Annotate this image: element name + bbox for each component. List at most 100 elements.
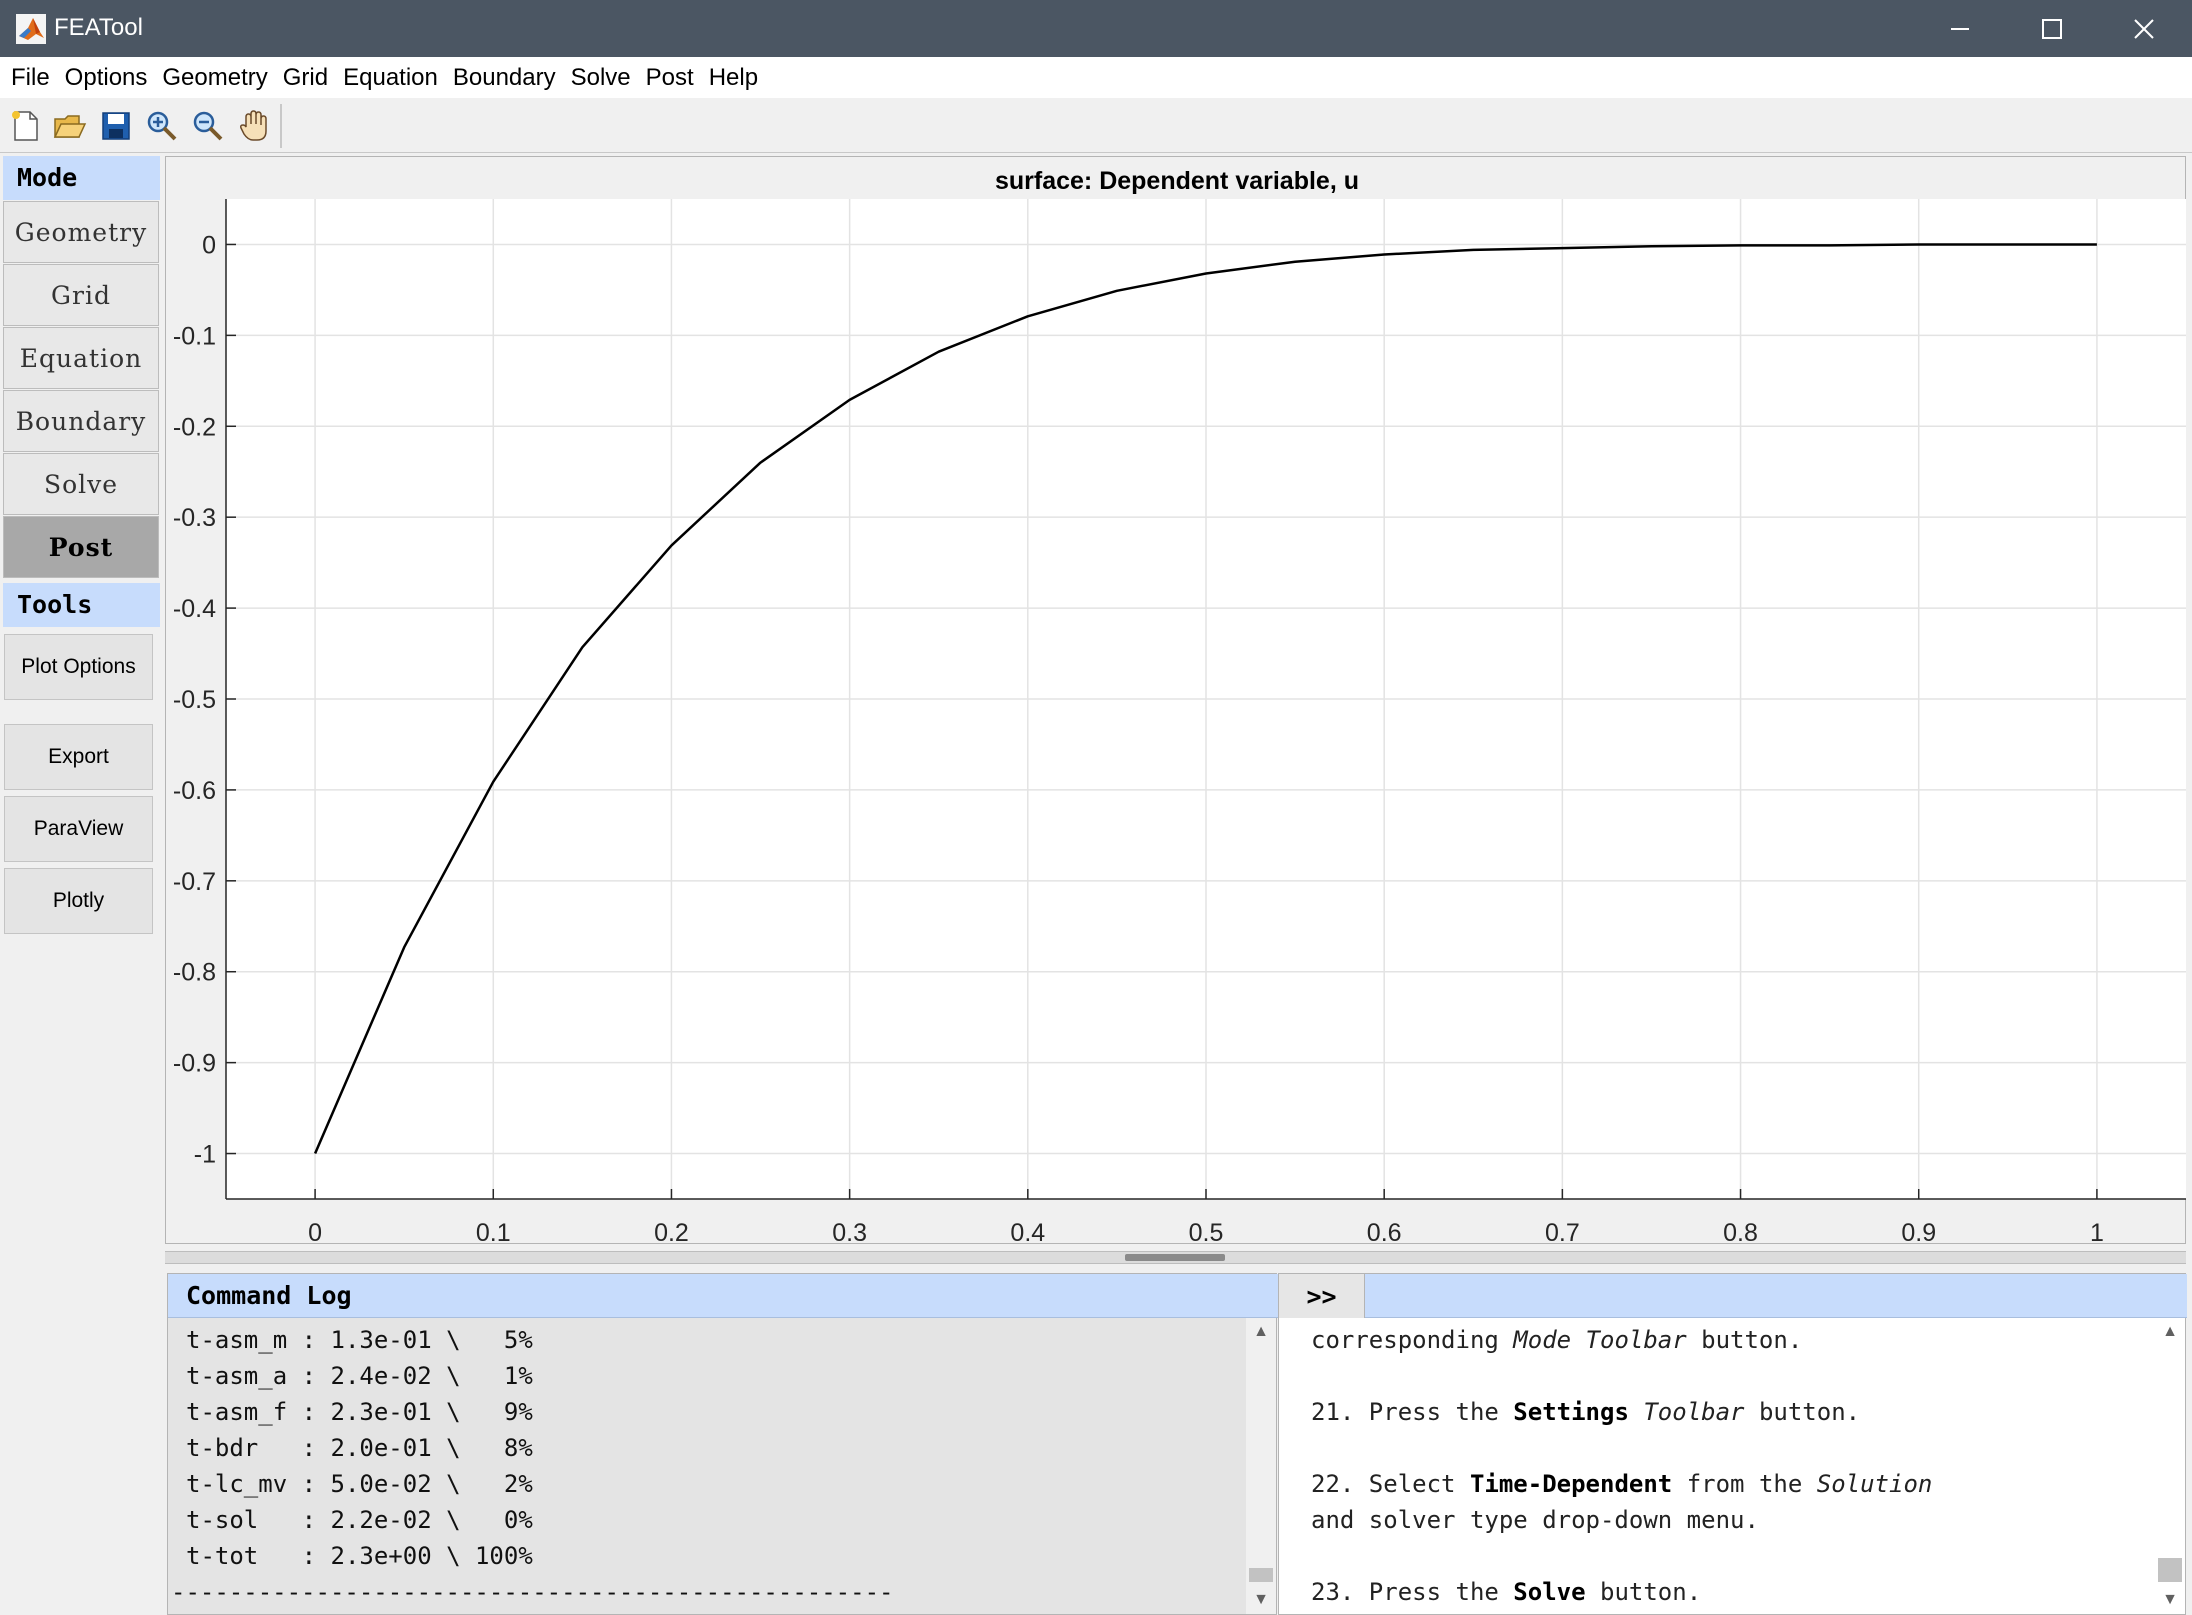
tutorial-text-bold: Settings (1513, 1398, 1629, 1426)
zoom-in-button[interactable] (142, 106, 182, 146)
mode-equation-button[interactable]: Equation (3, 327, 159, 389)
tutorial-line: and solver type drop-down menu. (1311, 1502, 1759, 1538)
open-button[interactable] (50, 106, 90, 146)
export-button[interactable]: Export (4, 724, 153, 790)
plotly-button[interactable]: Plotly (4, 868, 153, 934)
y-tick-label: -0.8 (173, 959, 216, 987)
menu-solve[interactable]: Solve (564, 57, 639, 98)
log-line: t-asm_m : 1.3e-01 \ 5% (186, 1326, 533, 1354)
x-tick-label: 1 (2090, 1219, 2104, 1243)
plot-axes[interactable]: 0 0.1 0.2 0.3 0.4 0.5 0.6 0.7 0.8 0.9 1 0 -0.1 -0.2 -0… (166, 157, 2186, 1243)
zoom-out-button[interactable] (188, 106, 228, 146)
tutorial-text (1629, 1398, 1643, 1426)
tutorial-line: 22. Select Time-Dependent from the Solut… (1311, 1466, 1932, 1502)
tutorial-scrollbar[interactable]: ▲ ▼ (2155, 1318, 2185, 1614)
scroll-thumb[interactable] (2158, 1558, 2182, 1582)
left-panel: Mode Geometry Grid Equation Boundary Sol… (0, 153, 163, 1615)
log-line: t-lc_mv : 5.0e-02 \ 2% (186, 1470, 533, 1498)
mode-solve-button[interactable]: Solve (3, 453, 159, 515)
mode-header: Mode (3, 156, 160, 200)
zoom-in-icon (147, 111, 177, 141)
y-tick-label: -0.6 (173, 777, 216, 805)
save-icon (102, 112, 130, 140)
scroll-down-arrow-icon[interactable]: ▼ (1246, 1586, 1276, 1614)
new-file-button[interactable] (6, 106, 46, 146)
x-tick-label: 0.6 (1367, 1219, 1402, 1243)
menu-post[interactable]: Post (639, 57, 702, 98)
tutorial-text: 23. Press the (1311, 1578, 1514, 1606)
menu-file[interactable]: File (4, 57, 58, 98)
menu-options[interactable]: Options (58, 57, 156, 98)
toolbar-separator (280, 104, 282, 148)
plot-options-button[interactable]: Plot Options (4, 634, 153, 700)
menu-equation[interactable]: Equation (336, 57, 446, 98)
panel-splitter[interactable] (165, 1251, 2186, 1264)
x-tick-label: 0.5 (1189, 1219, 1224, 1243)
menu-help[interactable]: Help (702, 57, 766, 98)
tutorial-text-bold: Solve (1513, 1578, 1586, 1606)
mode-post-button[interactable]: Post (3, 516, 159, 578)
pan-button[interactable] (234, 106, 274, 146)
pan-hand-icon (240, 110, 267, 141)
open-folder-icon (53, 115, 87, 138)
x-tick-label: 0.8 (1723, 1219, 1758, 1243)
x-tick-label: 0.1 (476, 1219, 511, 1243)
close-button[interactable] (2098, 0, 2190, 57)
title-bar: FEATool (0, 0, 2192, 57)
plot-panel[interactable]: 0 0.1 0.2 0.3 0.4 0.5 0.6 0.7 0.8 0.9 1 0 -0.1 -0.2 -0… (165, 156, 2186, 1244)
tutorial-text: button. (1744, 1398, 1861, 1426)
maximize-button[interactable] (2006, 0, 2098, 57)
command-log-header: Command Log (168, 1274, 1278, 1318)
mode-grid-button[interactable]: Grid (3, 264, 159, 326)
log-line: t-asm_a : 2.4e-02 \ 1% (186, 1362, 533, 1390)
expand-button[interactable]: >> (1279, 1274, 1365, 1318)
x-tick-label: 0 (308, 1219, 322, 1243)
paraview-button[interactable]: ParaView (4, 796, 153, 862)
scroll-up-arrow-icon[interactable]: ▲ (1246, 1318, 1276, 1346)
save-button[interactable] (96, 106, 136, 146)
menu-bar: File Options Geometry Grid Equation Boun… (0, 57, 2192, 98)
y-tick-label: -1 (194, 1141, 216, 1169)
y-tick-label: -0.7 (173, 868, 216, 896)
tutorial-text: 21. Press the (1311, 1398, 1514, 1426)
tools-header: Tools (3, 583, 160, 627)
minimize-icon (1951, 27, 1969, 30)
menu-geometry[interactable]: Geometry (155, 57, 275, 98)
tutorial-line: corresponding Mode Toolbar button. (1311, 1322, 1802, 1358)
log-line: t-sol : 2.2e-02 \ 0% (186, 1506, 533, 1534)
tutorial-panel: >> corresponding Mode Toolbar button. 21… (1278, 1273, 2187, 1615)
tutorial-text: 22. Select (1311, 1470, 1470, 1498)
scroll-up-arrow-icon[interactable]: ▲ (2155, 1318, 2185, 1346)
tutorial-text-italic: Solution (1816, 1470, 1933, 1498)
x-tick-label: 0.2 (654, 1219, 689, 1243)
plot-title: surface: Dependent variable, u (994, 167, 1359, 195)
splitter-handle[interactable] (1125, 1254, 1225, 1261)
mode-boundary-button[interactable]: Boundary (3, 390, 159, 452)
new-file-icon (12, 111, 38, 141)
tutorial-header: >> (1279, 1274, 2187, 1318)
tutorial-text: button. (1686, 1326, 1803, 1354)
log-line: t-bdr : 2.0e-01 \ 8% (186, 1434, 533, 1462)
scroll-thumb[interactable] (1249, 1568, 1273, 1582)
y-tick-label: -0.1 (173, 322, 216, 350)
menu-grid[interactable]: Grid (276, 57, 336, 98)
menu-boundary[interactable]: Boundary (446, 57, 564, 98)
matlab-app-icon (16, 14, 46, 44)
tutorial-text: corresponding (1311, 1326, 1514, 1354)
x-tick-label: 0.3 (832, 1219, 867, 1243)
x-tick-label: 0.7 (1545, 1219, 1580, 1243)
y-tick-label: -0.3 (173, 504, 216, 532)
x-tick-label: 0.4 (1010, 1219, 1045, 1243)
y-tick-label: -0.2 (173, 413, 216, 441)
minimize-button[interactable] (1914, 0, 2006, 57)
x-tick-label: 0.9 (1901, 1219, 1936, 1243)
command-log-panel: Command Log t-asm_m : 1.3e-01 \ 5% t-asm… (167, 1273, 1278, 1615)
log-rule: ----------------------------------------… (171, 1578, 894, 1606)
scroll-down-arrow-icon[interactable]: ▼ (2155, 1586, 2185, 1614)
log-line: t-asm_f : 2.3e-01 \ 9% (186, 1398, 533, 1426)
tutorial-text-italic: Mode Toolbar (1513, 1326, 1687, 1354)
command-log-scrollbar[interactable]: ▲ ▼ (1246, 1318, 1276, 1614)
mode-geometry-button[interactable]: Geometry (3, 201, 159, 263)
toolbar (0, 98, 2192, 153)
tutorial-line: 23. Press the Solve button. (1311, 1574, 1701, 1610)
